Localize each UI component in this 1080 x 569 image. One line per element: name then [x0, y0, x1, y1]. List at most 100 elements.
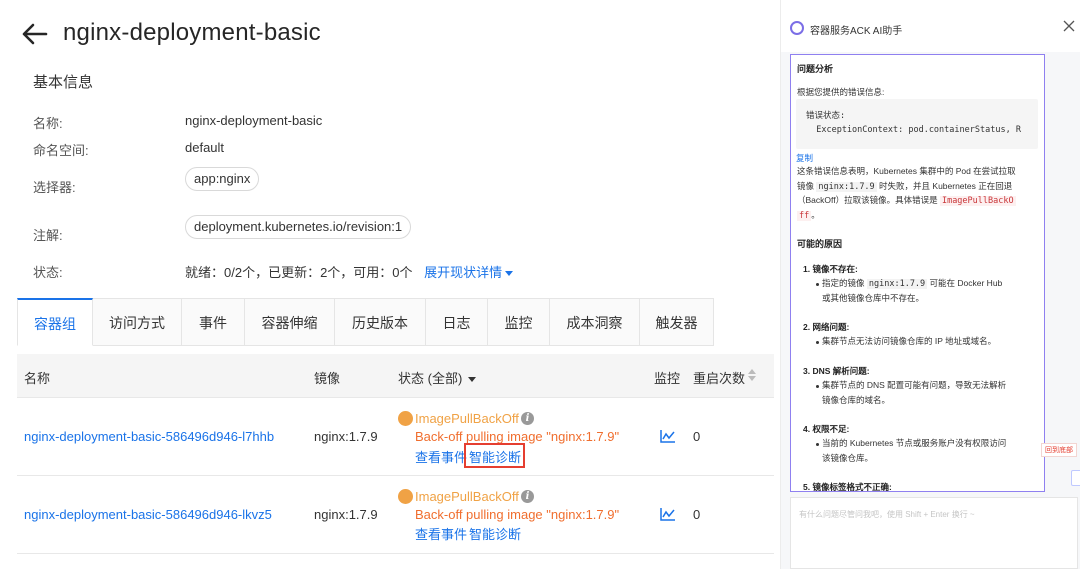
th-restarts: 重启次数: [693, 371, 746, 386]
chat-input-box: [790, 497, 1078, 569]
copy-button[interactable]: 复制: [796, 152, 813, 164]
tab-monitor[interactable]: 监控: [488, 298, 550, 346]
cause-detail: 集群节点的 DNS 配置可能有问题，导致无法解析: [822, 380, 1007, 390]
expand-status-label: 展开现状详情: [424, 265, 503, 280]
cause-title: 5. 镜像标签格式不正确:: [803, 482, 892, 492]
pod-error-message: Back-off pulling image "nginx:1.7.9": [415, 429, 620, 444]
name-label: 名称:: [33, 116, 63, 131]
table-row: nginx-deployment-basic-586496d946-lkvz5 …: [17, 476, 774, 554]
tab-access[interactable]: 访问方式: [93, 298, 182, 346]
tab-bar: 容器组 访问方式 事件 容器伸缩 历史版本 日志 监控 成本洞察 触发器: [17, 298, 714, 346]
pod-image: nginx:1.7.9: [314, 429, 378, 444]
status-label: 状态:: [33, 265, 63, 280]
pod-error-message: Back-off pulling image "nginx:1.7.9": [415, 507, 620, 522]
tab-history[interactable]: 历史版本: [335, 298, 426, 346]
text-span: 镜像: [797, 180, 817, 191]
cause-title: 3. DNS 解析问题:: [803, 366, 870, 376]
explanation-line: 镜像 nginx:1.7.9 时失败，并且 Kubernetes 正在回退: [797, 179, 1041, 195]
tab-scaling[interactable]: 容器伸缩: [245, 298, 335, 346]
inline-code: nginx:1.7.9: [816, 181, 877, 192]
cause-title: 4. 权限不足:: [803, 424, 850, 434]
bullet: [816, 341, 819, 344]
bullet: [816, 443, 819, 446]
ai-assistant-panel: 容器服务ACK AI助手 问题分析 根据您提供的错误信息: 错误状态: Exce…: [780, 0, 1080, 569]
caret-down-icon: [468, 377, 477, 383]
status-warning-icon: [398, 489, 413, 504]
inline-code-error: ff: [797, 210, 812, 221]
tab-events[interactable]: 事件: [182, 298, 245, 346]
status-warning-icon: [398, 411, 413, 426]
pod-name-link[interactable]: nginx-deployment-basic-586496d946-lkvz5: [24, 507, 272, 522]
restart-count: 0: [693, 429, 701, 444]
inline-code-error: ImagePullBackO: [939, 196, 1016, 206]
section-title-basic-info: 基本信息: [33, 74, 94, 91]
analysis-heading: 问题分析: [797, 64, 834, 74]
inline-code: nginx:1.7.9: [866, 279, 928, 289]
page-title: nginx-deployment-basic: [63, 19, 321, 46]
info-icon[interactable]: i: [521, 490, 534, 503]
cause-title: 1. 镜像不存在:: [803, 264, 858, 274]
cause-title: 2. 网络问题:: [803, 322, 850, 332]
text-span: 时失败，并且 Kubernetes 正在回退: [876, 180, 1013, 191]
tab-logs[interactable]: 日志: [426, 298, 488, 346]
expand-status-link[interactable]: 展开现状详情: [424, 265, 514, 280]
cause-detail: 或其他镜像仓库中不存在。: [822, 292, 925, 303]
tab-triggers[interactable]: 触发器: [640, 298, 714, 346]
chat-input[interactable]: [791, 498, 1077, 568]
bullet: [816, 283, 819, 286]
info-icon[interactable]: i: [521, 412, 534, 425]
selector-tag: app:nginx: [185, 167, 260, 191]
th-status-label: 状态 (全部): [398, 371, 463, 386]
namespace-value: default: [185, 140, 225, 155]
close-icon[interactable]: [1063, 20, 1075, 32]
scroll-to-bottom-button[interactable]: 回到底部: [1041, 443, 1077, 457]
restart-count: 0: [693, 507, 701, 522]
sort-icon[interactable]: [747, 368, 757, 382]
bullet: [816, 385, 819, 388]
back-arrow-icon[interactable]: [20, 22, 48, 46]
text-span: （BackOff）拉取该镜像。具体错误是: [797, 195, 940, 205]
causes-heading: 可能的原因: [797, 239, 843, 249]
pods-table-header: 名称 镜像 状态 (全部) 监控 重启次数: [17, 354, 774, 398]
text-span: 可能在 Docker Hub: [927, 278, 1003, 288]
text-span: 指定的镜像: [822, 278, 867, 288]
cause-detail: 该镜像仓库。: [822, 452, 874, 463]
cause-detail: 集群节点无法访问镜像仓库的 IP 地址或域名。: [822, 336, 997, 346]
text-span: 。: [811, 209, 820, 220]
trash-icon[interactable]: [1071, 470, 1080, 486]
th-status-filter[interactable]: 状态 (全部): [398, 368, 477, 387]
pod-name-link[interactable]: nginx-deployment-basic-586496d946-l7hhb: [24, 429, 274, 444]
status-summary: 就绪：0/2个，已更新：2个，可用：0个 展开现状详情: [185, 262, 514, 281]
namespace-label: 命名空间:: [33, 143, 89, 158]
code-line-1: 错误状态:: [806, 111, 846, 121]
th-image: 镜像: [314, 371, 341, 386]
assistant-header: 容器服务ACK AI助手: [781, 0, 1080, 52]
highlight-box: [464, 443, 525, 468]
annotation-label: 注解:: [33, 228, 63, 243]
view-events-link[interactable]: 查看事件: [415, 447, 467, 466]
view-events-link[interactable]: 查看事件: [415, 524, 467, 543]
assistant-title: 容器服务ACK AI助手: [810, 26, 903, 37]
pod-status: ImagePullBackOff: [415, 489, 519, 504]
tab-cost-insight[interactable]: 成本洞察: [550, 298, 640, 346]
th-name: 名称: [24, 371, 51, 386]
monitor-chart-icon[interactable]: [660, 507, 676, 521]
caret-down-icon: [505, 271, 514, 277]
monitor-chart-icon[interactable]: [660, 429, 676, 443]
error-code-block: 错误状态: ExceptionContext: pod.containerSta…: [796, 99, 1038, 149]
explanation-line: ff。: [797, 208, 1041, 224]
cause-detail: 指定的镜像 nginx:1.7.9 可能在 Docker Hub: [822, 276, 1042, 292]
smart-diagnose-link[interactable]: 智能诊断: [469, 524, 521, 543]
assistant-logo-icon: [790, 21, 804, 35]
code-line-2: ExceptionContext: pod.containerStatus, R: [806, 125, 1021, 135]
analysis-intro: 根据您提供的错误信息:: [797, 87, 885, 97]
explanation-line: （BackOff）拉取该镜像。具体错误是 ImagePullBackO: [797, 193, 1041, 209]
th-monitor: 监控: [654, 371, 681, 386]
assistant-message: 问题分析 根据您提供的错误信息: 错误状态: ExceptionContext:…: [790, 54, 1045, 492]
pod-image: nginx:1.7.9: [314, 507, 378, 522]
status-value: 就绪：0/2个，已更新：2个，可用：0个: [185, 265, 413, 280]
annotation-tag: deployment.kubernetes.io/revision:1: [185, 215, 412, 239]
tab-pods[interactable]: 容器组: [17, 298, 93, 346]
deployment-detail-panel: nginx-deployment-basic 基本信息 名称: nginx-de…: [0, 0, 780, 569]
selector-label: 选择器:: [33, 180, 76, 195]
